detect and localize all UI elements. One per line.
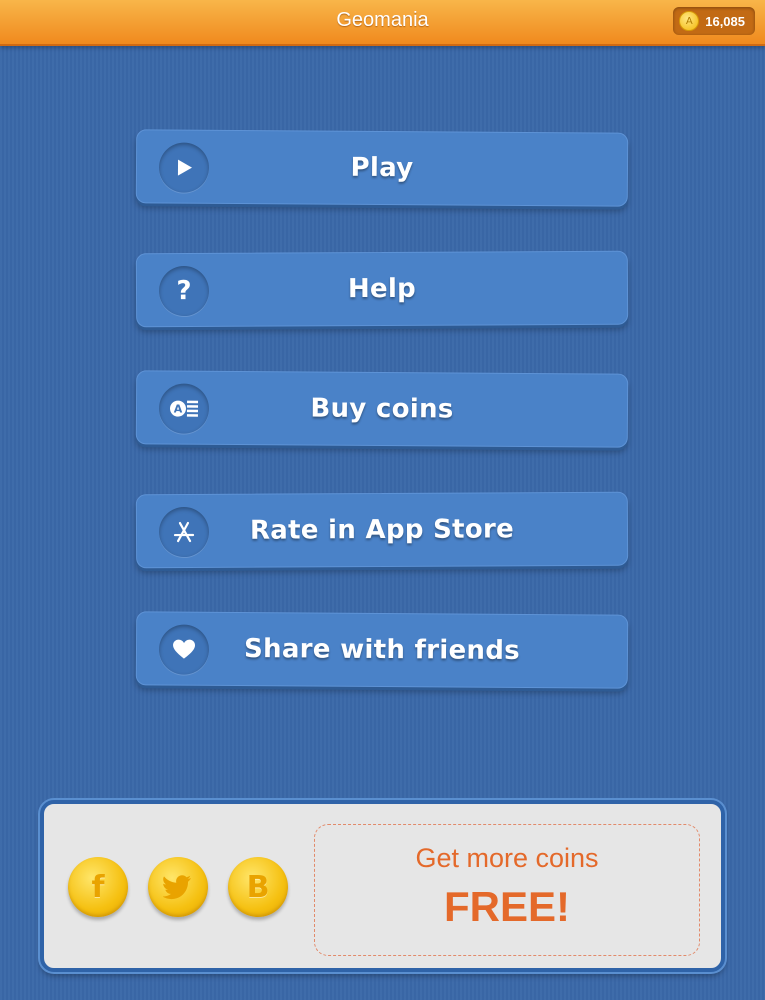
blog-icon[interactable]: B xyxy=(228,857,288,917)
buy-coins-label: Buy coins xyxy=(310,393,454,425)
coin-count: 16,085 xyxy=(705,13,745,29)
blog-glyph: B xyxy=(246,869,270,905)
rate-app-store-button[interactable]: Rate in App Store xyxy=(135,491,629,569)
free-coins-label: FREE! xyxy=(444,883,570,930)
help-button[interactable]: ? Help xyxy=(135,250,629,328)
facebook-icon[interactable]: f xyxy=(68,857,128,917)
help-label: Help xyxy=(347,273,417,305)
coin-balance[interactable]: A 16,085 xyxy=(673,7,755,35)
play-button[interactable]: Play xyxy=(135,129,629,207)
rate-app-store-label: Rate in App Store xyxy=(249,514,515,546)
get-free-coins-button[interactable]: Get more coins FREE! xyxy=(314,824,700,956)
app-title: Geomania xyxy=(336,9,429,31)
facebook-glyph: f xyxy=(91,869,105,905)
free-coins-panel: f B Get more coins FREE! xyxy=(40,800,725,972)
buy-coins-button[interactable]: A Buy coins xyxy=(135,370,629,448)
share-friends-label: Share with friends xyxy=(243,634,521,666)
free-coins-heading: Get more coins xyxy=(415,843,599,873)
share-friends-button[interactable]: Share with friends xyxy=(135,611,629,689)
top-bar: Geomania A 16,085 xyxy=(0,0,765,46)
play-label: Play xyxy=(350,152,414,184)
coin-icon: A xyxy=(679,11,700,31)
twitter-icon[interactable] xyxy=(148,857,208,917)
